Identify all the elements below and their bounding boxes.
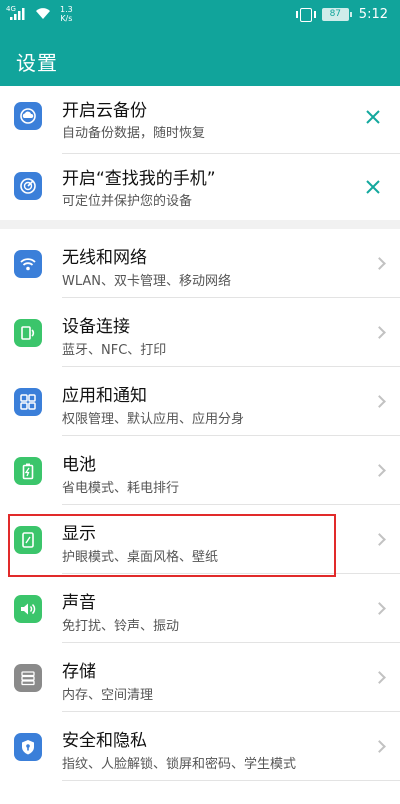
setting-subtitle: WLAN、双卡管理、移动网络	[62, 274, 232, 289]
status-bar: 4G 1.3 K/s 87 5:12	[0, 0, 400, 34]
setting-subtitle: 指纹、人脸解锁、锁屏和密码、学生模式	[62, 757, 297, 772]
setting-title: 电池	[62, 455, 96, 475]
setting-subtitle: 免打扰、铃声、振动	[62, 619, 180, 634]
dismiss-icon[interactable]	[364, 178, 382, 196]
highlight-box	[8, 514, 336, 577]
battery-indicator: 87	[321, 8, 352, 21]
page-title: 设置	[16, 51, 58, 75]
setting-subtitle: 蓝牙、NFC、打印	[62, 343, 167, 358]
chevron-right-icon	[373, 464, 386, 477]
setting-sound[interactable]: 声音 免打扰、铃声、振动	[0, 574, 400, 643]
setting-subtitle: 内存、空间清理	[62, 688, 154, 703]
suggestion-find-my-phone[interactable]: 开启“查找我的手机” 可定位并保护您的设备	[0, 154, 400, 220]
chevron-right-icon	[373, 326, 386, 339]
clock: 5:12	[358, 7, 388, 22]
chevron-right-icon	[373, 740, 386, 753]
setting-title: 无线和网络	[62, 248, 147, 268]
setting-title: 设备连接	[62, 317, 130, 337]
setting-apps-notifications[interactable]: 应用和通知 权限管理、默认应用、应用分身	[0, 367, 400, 436]
app-bar: 设置	[0, 34, 400, 86]
chevron-right-icon	[373, 533, 386, 546]
chevron-right-icon	[373, 602, 386, 615]
suggestion-subtitle: 自动备份数据，随时恢复	[62, 126, 206, 141]
apps-grid-icon	[14, 388, 42, 416]
wifi-icon	[14, 250, 42, 278]
setting-device-connection[interactable]: 设备连接 蓝牙、NFC、打印	[0, 298, 400, 367]
device-connection-icon	[14, 319, 42, 347]
battery-icon	[14, 457, 42, 485]
setting-title: 安全和隐私	[62, 731, 147, 751]
divider	[62, 780, 400, 781]
shield-icon	[14, 733, 42, 761]
setting-storage[interactable]: 存储 内存、空间清理	[0, 643, 400, 712]
setting-title: 声音	[62, 593, 96, 613]
speaker-icon	[14, 595, 42, 623]
cellular-signal-icon: 4G	[6, 5, 28, 23]
chevron-right-icon	[373, 257, 386, 270]
suggestion-cloud-backup[interactable]: 开启云备份 自动备份数据，随时恢复	[0, 86, 400, 154]
suggestion-title: 开启“查找我的手机”	[62, 169, 216, 189]
setting-security-privacy[interactable]: 安全和隐私 指纹、人脸解锁、锁屏和密码、学生模式	[0, 712, 400, 781]
storage-icon	[14, 664, 42, 692]
dismiss-icon[interactable]	[364, 108, 382, 126]
setting-battery[interactable]: 电池 省电模式、耗电排行	[0, 436, 400, 505]
chevron-right-icon	[373, 395, 386, 408]
find-phone-radar-icon	[14, 172, 42, 200]
setting-subtitle: 省电模式、耗电排行	[62, 481, 180, 496]
cloud-backup-icon	[14, 102, 42, 130]
wifi-status-icon	[36, 8, 50, 19]
setting-title: 存储	[62, 662, 96, 682]
vibrate-icon	[295, 7, 316, 22]
setting-title: 应用和通知	[62, 386, 147, 406]
suggestion-title: 开启云备份	[62, 101, 147, 121]
suggestions-card: 开启云备份 自动备份数据，随时恢复 开启“查找我的手机” 可定位并保护您的设备	[0, 86, 400, 220]
setting-subtitle: 权限管理、默认应用、应用分身	[62, 412, 245, 427]
suggestion-subtitle: 可定位并保护您的设备	[62, 194, 193, 209]
chevron-right-icon	[373, 671, 386, 684]
setting-wireless-networks[interactable]: 无线和网络 WLAN、双卡管理、移动网络	[0, 229, 400, 298]
network-speed: 1.3 K/s	[60, 5, 73, 23]
